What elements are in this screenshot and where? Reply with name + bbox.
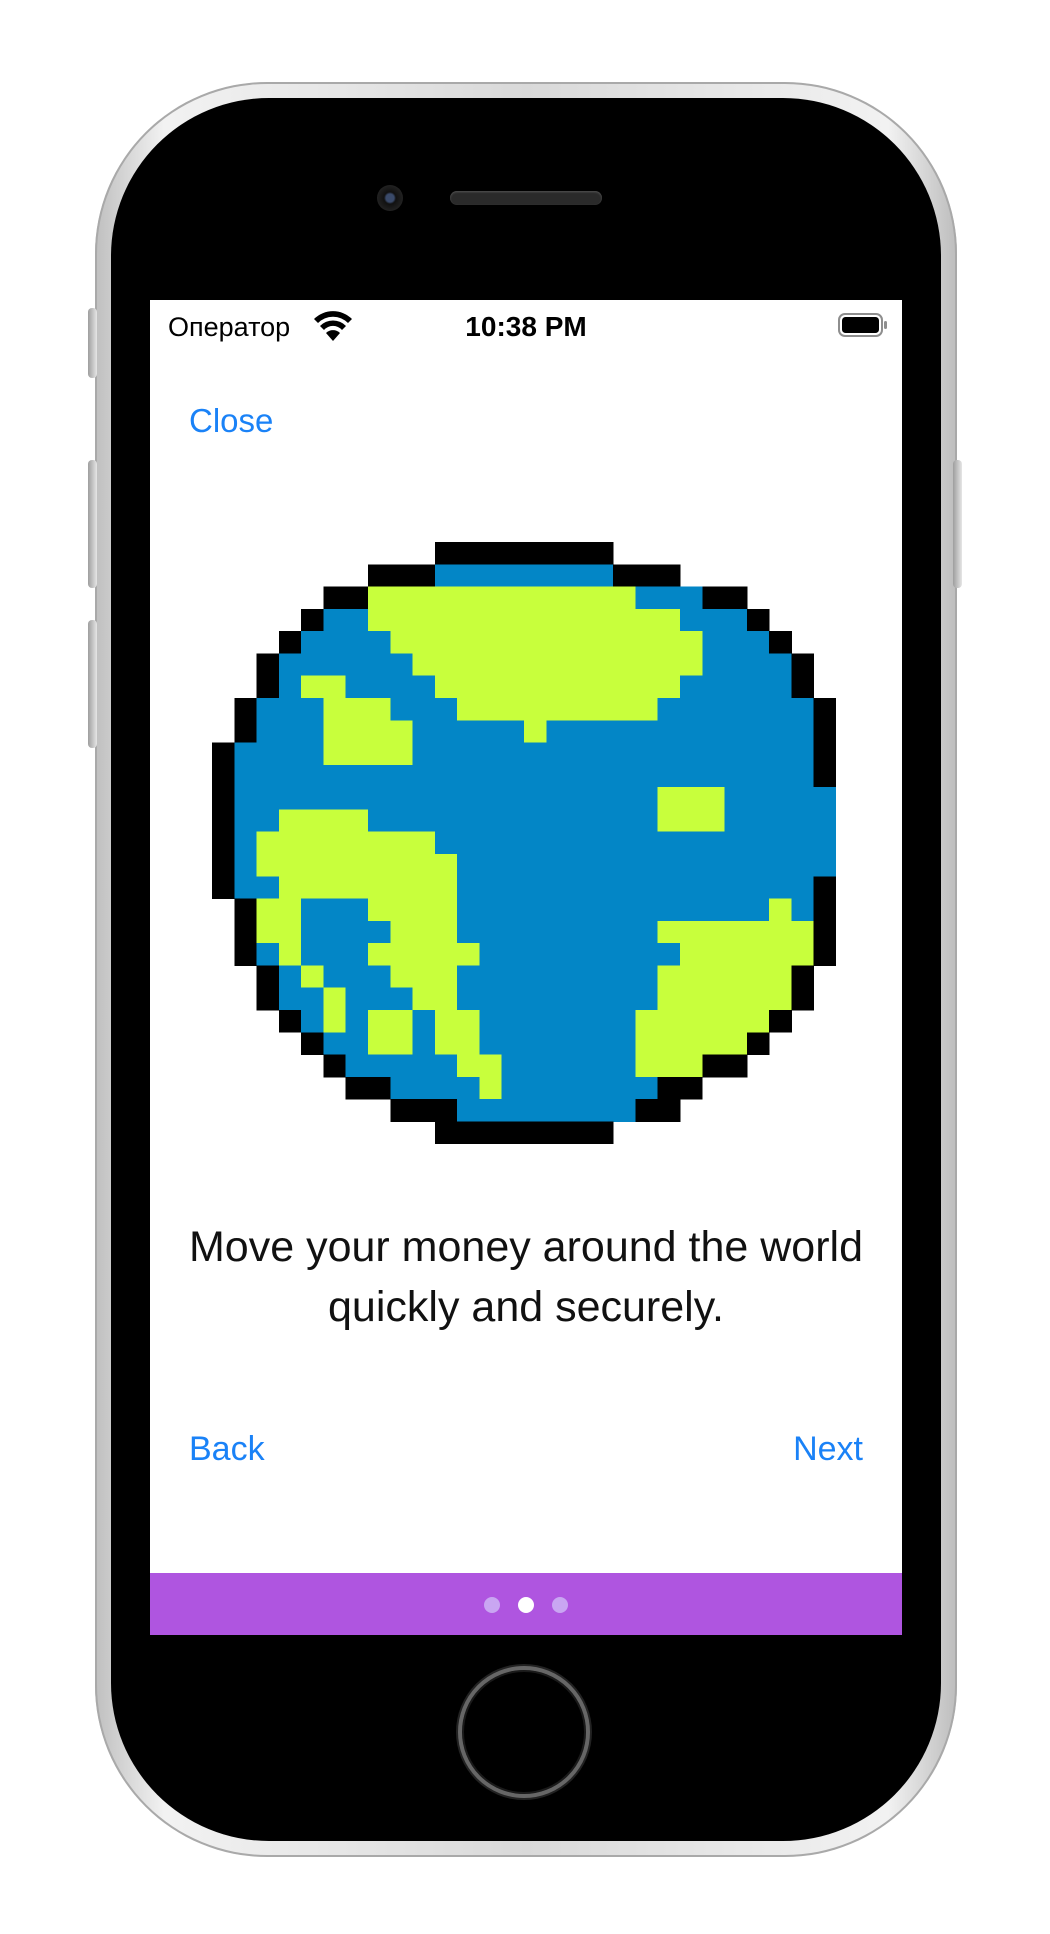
mute-switch <box>88 308 97 378</box>
next-button[interactable]: Next <box>793 1430 863 1469</box>
page-dot-2[interactable] <box>518 1597 534 1613</box>
back-button[interactable]: Back <box>189 1430 265 1469</box>
page-dot-3[interactable] <box>552 1597 568 1613</box>
front-camera <box>377 185 403 211</box>
home-button[interactable] <box>458 1666 590 1798</box>
page-control-bar <box>150 1573 902 1635</box>
close-button[interactable]: Close <box>189 402 273 440</box>
pixel-globe-icon <box>212 542 836 1145</box>
battery-full-icon <box>838 313 887 337</box>
earpiece-speaker <box>450 191 602 205</box>
volume-down-button <box>88 620 97 748</box>
onboarding-message: Move your money around the world quickly… <box>188 1223 864 1331</box>
page-dot-1[interactable] <box>484 1597 500 1613</box>
screen: Оператор 10:38 PM Close Move your money … <box>150 300 902 1635</box>
status-bar: Оператор 10:38 PM <box>150 300 902 356</box>
status-time: 10:38 PM <box>465 311 587 342</box>
power-button <box>953 460 962 588</box>
volume-up-button <box>88 460 97 588</box>
